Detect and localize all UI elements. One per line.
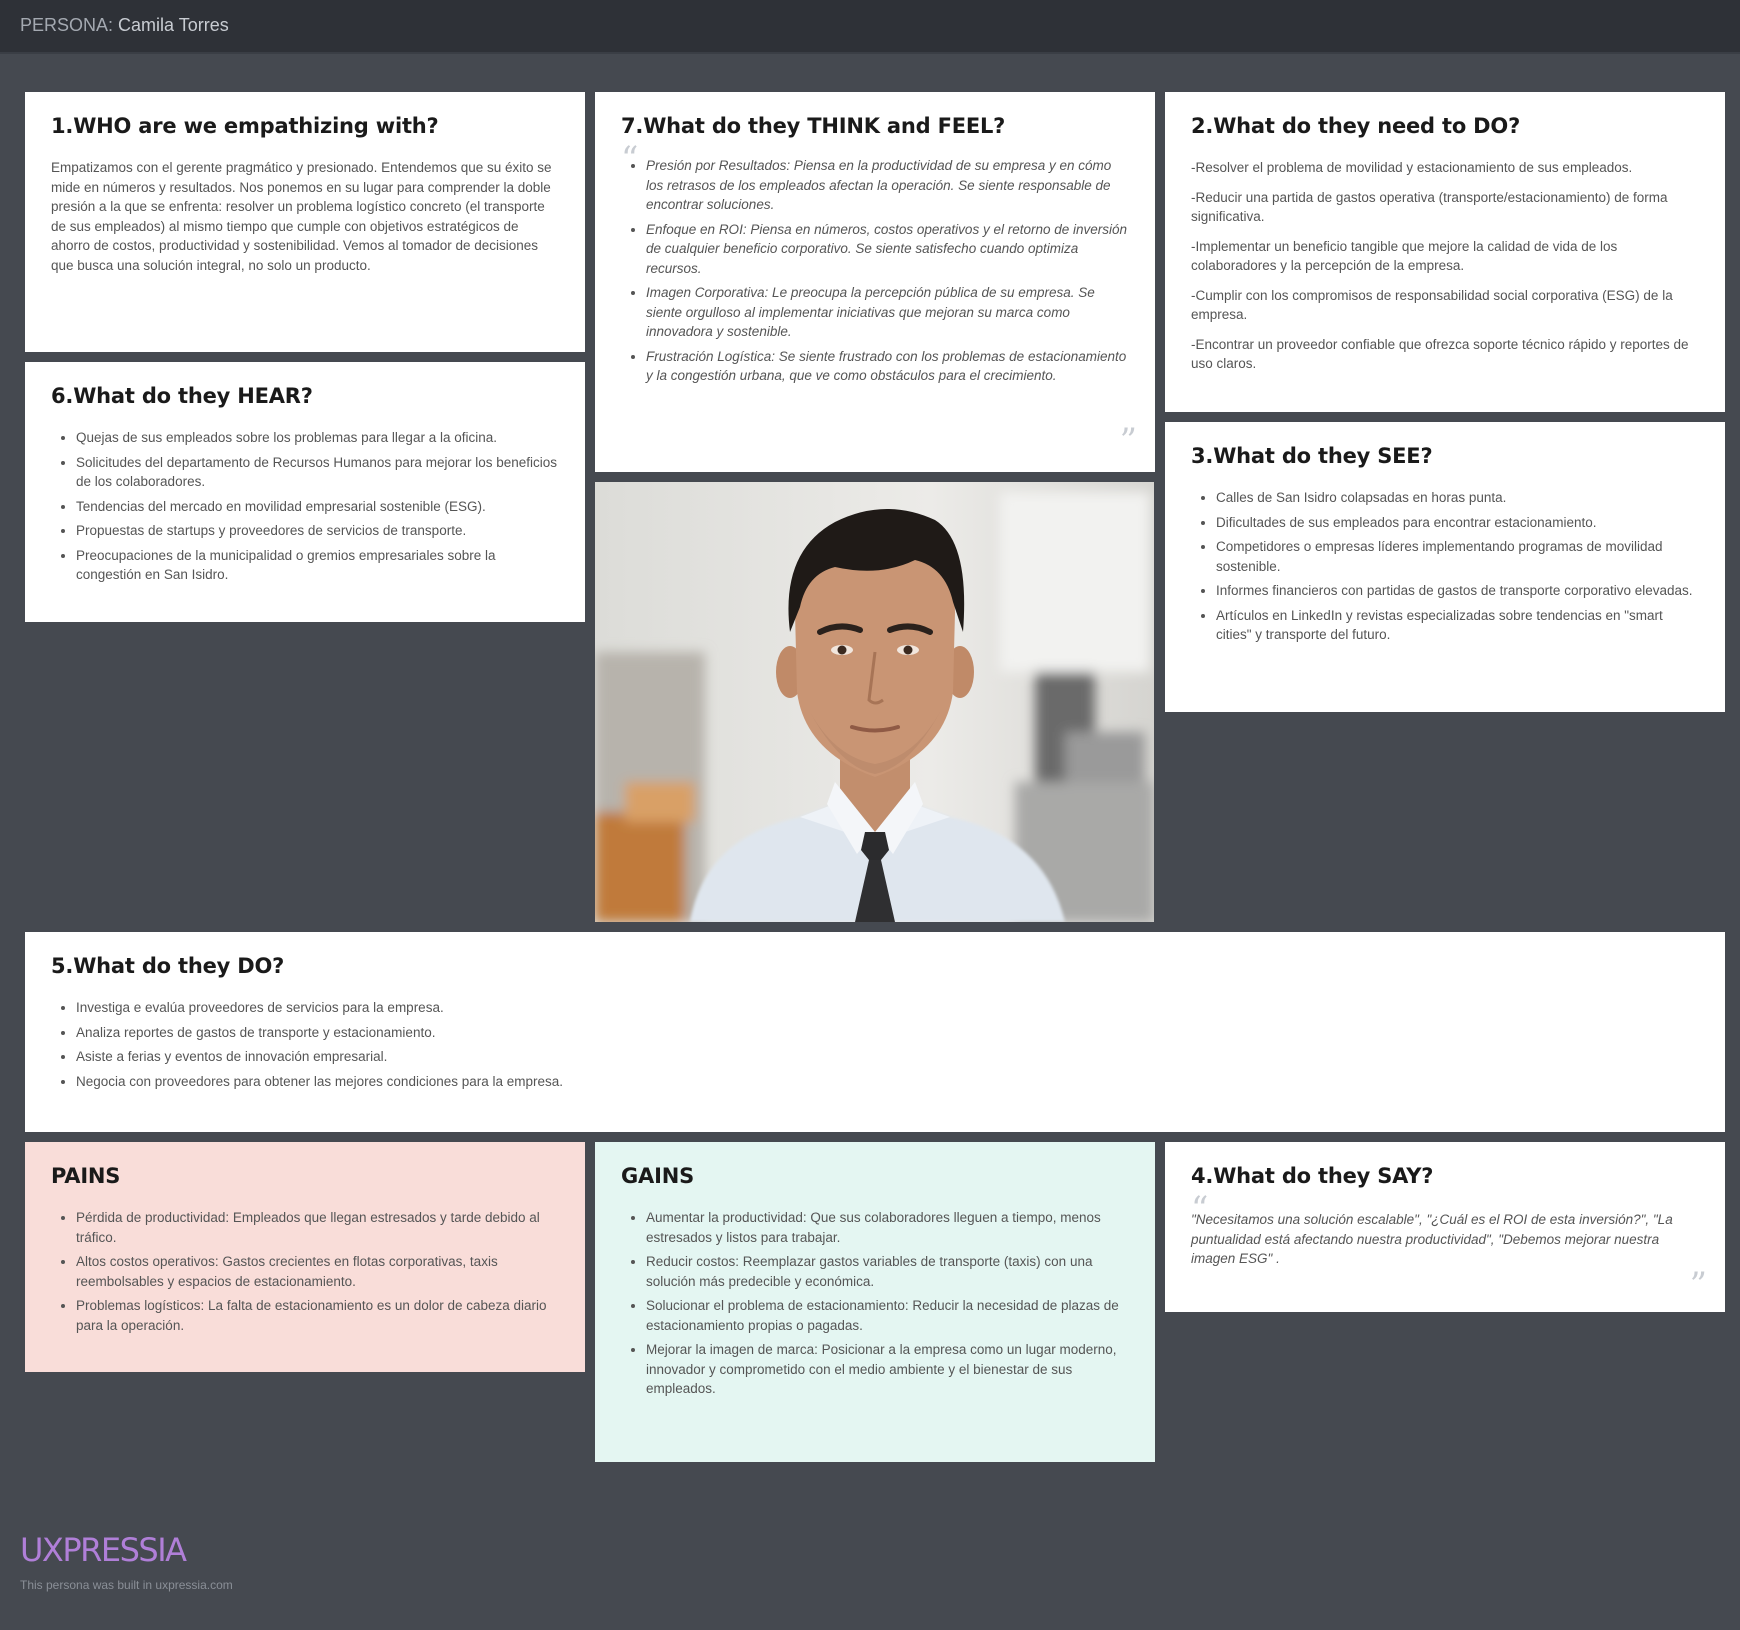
persona-photo [595, 482, 1154, 922]
list-item: Calles de San Isidro colapsadas en horas… [1216, 488, 1699, 508]
list-item: Artículos en LinkedIn y revistas especia… [1216, 606, 1699, 645]
need-to-do-card: 2.What do they need to DO? -Resolver el … [1165, 92, 1725, 412]
list-item: -Cumplir con los compromisos de responsa… [1191, 287, 1673, 323]
think-feel-card: 7.What do they THINK and FEEL? “ Presión… [595, 92, 1155, 472]
do-list: Investiga e evalúa proveedores de servic… [51, 998, 1699, 1091]
hear-card: 6.What do they HEAR? Quejas de sus emple… [25, 362, 585, 622]
list-item: Informes financieros con partidas de gas… [1216, 581, 1699, 601]
list-item: Preocupaciones de la municipalidad o gre… [76, 546, 559, 585]
who-title: 1.WHO are we empathizing with? [51, 114, 439, 138]
need-list: -Resolver el problema de movilidad y est… [1191, 158, 1699, 374]
list-item: Dificultades de sus empleados para encon… [1216, 513, 1699, 533]
see-card: 3.What do they SEE? Calles de San Isidro… [1165, 422, 1725, 712]
list-item: Tendencias del mercado en movilidad empr… [76, 497, 559, 517]
see-title: 3.What do they SEE? [1191, 444, 1433, 468]
uxpressia-logo[interactable]: UXPRESSIA [20, 1531, 187, 1569]
list-item: -Resolver el problema de movilidad y est… [1191, 160, 1633, 175]
list-item: Altos costos operativos: Gastos crecient… [76, 1252, 559, 1291]
list-item: Investiga e evalúa proveedores de servic… [76, 998, 1699, 1018]
pains-list: Pérdida de productividad: Empleados que … [51, 1208, 559, 1335]
say-title: 4.What do they SAY? [1191, 1164, 1434, 1188]
do-title: 5.What do they DO? [51, 954, 285, 978]
list-item: Solicitudes del departamento de Recursos… [76, 453, 559, 492]
quote-open-icon: “ [621, 139, 639, 179]
persona-name: Camila Torres [118, 15, 229, 35]
list-item: Negocia con proveedores para obtener las… [76, 1072, 1699, 1092]
see-list: Calles de San Isidro colapsadas en horas… [1191, 488, 1699, 645]
who-body: Empatizamos con el gerente pragmático y … [51, 160, 552, 273]
quote-close-icon: ” [1689, 1265, 1707, 1305]
quote-close-icon: ” [1119, 421, 1137, 461]
pains-card: PAINS Pérdida de productividad: Empleado… [25, 1142, 585, 1372]
persona-prefix: PERSONA: [20, 15, 114, 35]
list-item: Pérdida de productividad: Empleados que … [76, 1208, 559, 1247]
list-item: Mejorar la imagen de marca: Posicionar a… [646, 1340, 1129, 1399]
gains-card: GAINS Aumentar la productividad: Que sus… [595, 1142, 1155, 1462]
say-card: 4.What do they SAY? “ "Necesitamos una s… [1165, 1142, 1725, 1312]
list-item: -Encontrar un proveedor confiable que of… [1191, 336, 1689, 372]
gains-list: Aumentar la productividad: Que sus colab… [621, 1208, 1129, 1399]
list-item: Aumentar la productividad: Que sus colab… [646, 1208, 1129, 1247]
list-item: Analiza reportes de gastos de transporte… [76, 1023, 1699, 1043]
list-item: Quejas de sus empleados sobre los proble… [76, 428, 559, 448]
gains-title: GAINS [621, 1164, 695, 1188]
need-title: 2.What do they need to DO? [1191, 114, 1521, 138]
list-item: Imagen Corporativa: Le preocupa la perce… [646, 283, 1129, 342]
list-item: Presión por Resultados: Piensa en la pro… [646, 156, 1129, 215]
say-quote: "Necesitamos una solución escalable", "¿… [1191, 1212, 1673, 1266]
think-title: 7.What do they THINK and FEEL? [621, 114, 1006, 138]
quote-open-icon: “ [1191, 1189, 1209, 1229]
persona-title: PERSONA: Camila Torres [20, 15, 229, 36]
header-bar: PERSONA: Camila Torres [0, 0, 1740, 54]
think-list: Presión por Resultados: Piensa en la pro… [621, 156, 1129, 386]
do-card: 5.What do they DO? Investiga e evalúa pr… [25, 932, 1725, 1132]
list-item: Competidores o empresas líderes implemen… [1216, 537, 1699, 576]
list-item: Solucionar el problema de estacionamient… [646, 1296, 1129, 1335]
hear-title: 6.What do they HEAR? [51, 384, 313, 408]
footer-note: This persona was built in uxpressia.com [20, 1578, 233, 1592]
list-item: Reducir costos: Reemplazar gastos variab… [646, 1252, 1129, 1291]
list-item: Problemas logísticos: La falta de estaci… [76, 1296, 559, 1335]
list-item: Asiste a ferias y eventos de innovación … [76, 1047, 1699, 1067]
pains-title: PAINS [51, 1164, 121, 1188]
list-item: Enfoque en ROI: Piensa en números, costo… [646, 220, 1129, 279]
who-card: 1.WHO are we empathizing with? Empatizam… [25, 92, 585, 352]
list-item: Frustración Logística: Se siente frustra… [646, 347, 1129, 386]
list-item: -Implementar un beneficio tangible que m… [1191, 238, 1618, 274]
list-item: Propuestas de startups y proveedores de … [76, 521, 559, 541]
hear-list: Quejas de sus empleados sobre los proble… [51, 428, 559, 585]
portrait-image [595, 482, 1154, 922]
list-item: -Reducir una partida de gastos operativa… [1191, 189, 1668, 225]
